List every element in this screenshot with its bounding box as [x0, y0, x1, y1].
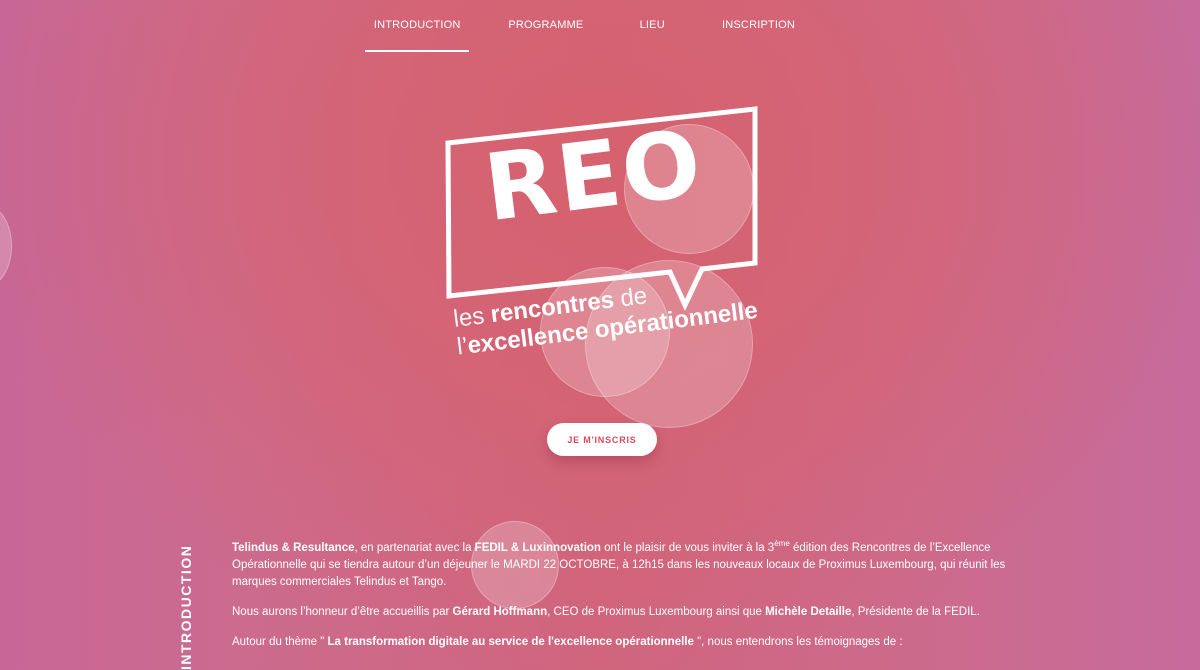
nav-item-introduction[interactable]: INTRODUCTION: [365, 0, 470, 52]
intro-content: Telindus & Resultance, en partenariat av…: [232, 540, 1022, 664]
nav-item-lieu[interactable]: LIEU: [622, 0, 682, 52]
intro-paragraph-1: Telindus & Resultance, en partenariat av…: [232, 539, 1006, 588]
register-button[interactable]: JE M'INSCRIS: [547, 423, 657, 456]
decorative-bubble: [624, 124, 754, 254]
decorative-bubble: [0, 205, 12, 287]
nav-item-label: LIEU: [639, 19, 665, 31]
intro-paragraph-2: Nous aurons l’honneur d’être accueillis …: [232, 606, 980, 618]
decorative-bubble: [471, 521, 559, 609]
top-nav: INTRODUCTION PROGRAMME LIEU INSCRIPTION: [365, 0, 835, 52]
nav-item-label: INSCRIPTION: [721, 19, 796, 31]
intro-paragraph-3: Autour du thème " La transformation digi…: [232, 636, 903, 648]
nav-item-label: PROGRAMME: [508, 19, 584, 31]
decorative-bubble: [585, 260, 753, 428]
section-title: Introduction: [178, 544, 194, 670]
nav-item-programme[interactable]: PROGRAMME: [469, 0, 622, 52]
nav-item-label: INTRODUCTION: [373, 19, 461, 31]
nav-item-inscription[interactable]: INSCRIPTION: [682, 0, 835, 52]
